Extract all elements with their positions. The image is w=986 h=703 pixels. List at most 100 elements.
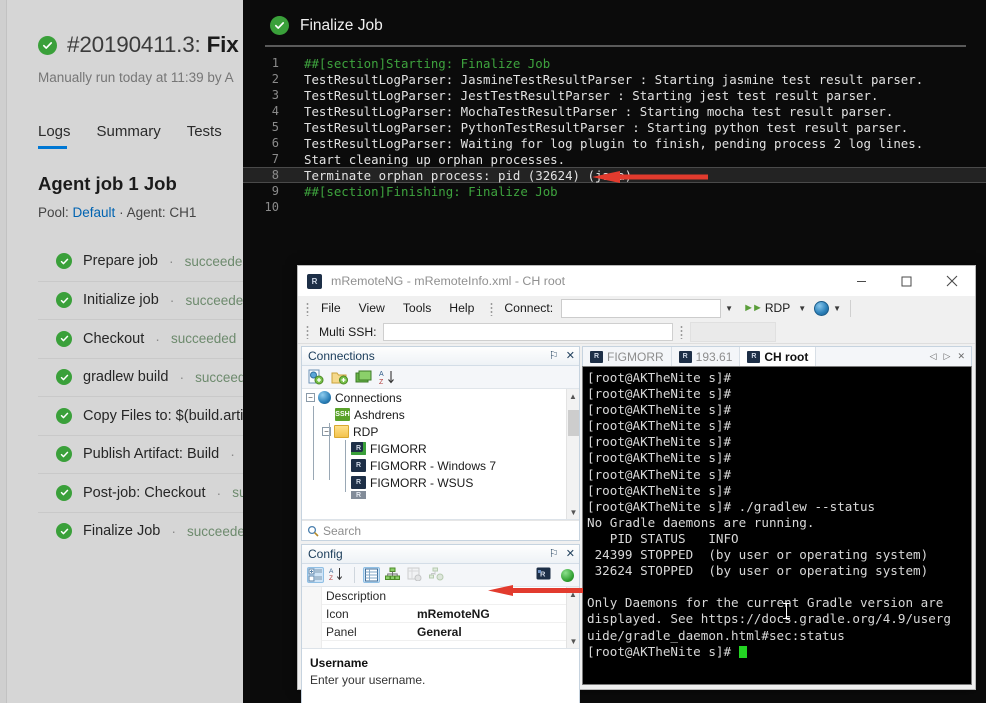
annotation-arrow-log xyxy=(592,171,708,183)
tree-node-partial[interactable]: R xyxy=(302,491,579,499)
globe-icon[interactable] xyxy=(814,300,830,316)
pin-icon[interactable]: ⚐ xyxy=(549,350,559,362)
tree-node-figmorr-windows7[interactable]: R FIGMORR - Windows 7 xyxy=(302,457,579,474)
menu-tools[interactable]: Tools xyxy=(394,298,440,318)
job-step-gradlew-build[interactable]: gradlew build · succeeded xyxy=(38,357,243,397)
connection-icon[interactable]: R xyxy=(536,567,553,583)
tree-node-connections[interactable]: − Connections xyxy=(302,389,579,406)
sort-az-icon[interactable]: AZ xyxy=(379,369,396,386)
config-row-panel[interactable]: Panel General xyxy=(302,623,579,641)
config-value[interactable]: mRemoteNG xyxy=(417,607,490,621)
protocol-rdp-button[interactable]: ►► RDP ▼ xyxy=(743,301,806,315)
scroll-down-icon[interactable]: ▼ xyxy=(567,505,579,519)
step-status: succeeded xyxy=(184,253,243,269)
log-line-text: Terminate orphan process: pid (32624) (j… xyxy=(304,167,633,183)
log-line-text: Start cleaning up orphan processes. xyxy=(304,151,566,167)
connect-input[interactable] xyxy=(561,298,722,318)
log-line[interactable]: 1 ##[section]Starting: Finalize Job xyxy=(243,55,986,71)
tab-prev-icon[interactable]: ◁ xyxy=(930,351,937,362)
config-row-icon[interactable]: Icon mRemoteNG xyxy=(302,605,579,623)
log-line[interactable]: 3 TestResultLogParser: JestTestResultPars… xyxy=(243,87,986,103)
search-input[interactable]: Search xyxy=(323,524,361,538)
inheritance-icon[interactable] xyxy=(385,567,402,583)
rdp-icon: R xyxy=(351,491,366,499)
log-line-number: 8 xyxy=(271,168,279,182)
terminal-screen[interactable]: [root@AKTheNite s]# [root@AKTheNite s]# … xyxy=(582,366,972,685)
tab-next-icon[interactable]: ▷ xyxy=(944,351,951,362)
sort-alphabetical-icon[interactable]: AZ xyxy=(329,567,346,583)
terminal-tab-figmorr[interactable]: R FIGMORR xyxy=(583,347,672,366)
log-line[interactable]: 2 TestResultLogParser: JasmineTestResultP… xyxy=(243,71,986,87)
window-titlebar[interactable]: R mRemoteNG - mRemoteInfo.xml - CH root xyxy=(298,266,975,296)
log-line-text: TestResultLogParser: PythonTestResultPar… xyxy=(304,119,909,135)
log-line[interactable]: 7 Start cleaning up orphan processes. xyxy=(243,151,986,167)
extra-toolbar-grip[interactable] xyxy=(678,324,686,339)
new-folder-icon[interactable] xyxy=(331,369,348,385)
expander-icon[interactable]: − xyxy=(306,393,315,402)
properties-grid-icon[interactable] xyxy=(363,567,380,583)
rdp-icon: R xyxy=(747,350,761,363)
log-line[interactable]: 6 TestResultLogParser: Waiting for log pl… xyxy=(243,135,986,151)
tab-close-icon[interactable]: ✕ xyxy=(957,351,965,362)
tab-logs[interactable]: Logs xyxy=(38,123,71,149)
log-line-text: TestResultLogParser: JasmineTestResultPa… xyxy=(304,71,924,87)
log-line[interactable]: 4 TestResultLogParser: MochaTestResultPar… xyxy=(243,103,986,119)
close-button[interactable] xyxy=(929,266,975,296)
job-step-copy-files[interactable]: Copy Files to: $(build.artifacts) · succ… xyxy=(38,396,243,435)
terminal-tab-193-61[interactable]: R 193.61 xyxy=(672,347,741,366)
pool-link[interactable]: Default xyxy=(73,205,116,220)
minimize-button[interactable] xyxy=(839,266,884,296)
tree-node-rdp-folder[interactable]: − RDP xyxy=(302,423,579,440)
scroll-down-icon[interactable]: ▼ xyxy=(567,634,579,648)
default-properties-icon[interactable] xyxy=(407,567,424,583)
categorized-view-icon[interactable] xyxy=(307,567,324,583)
job-step-prepare-job[interactable]: Prepare job · succeeded xyxy=(38,242,243,281)
default-inheritance-icon[interactable] xyxy=(429,567,446,583)
job-step-finalize-job[interactable]: Finalize Job · succeeded xyxy=(38,511,243,551)
tree-node-figmorr-wsus[interactable]: R FIGMORR - WSUS xyxy=(302,474,579,491)
job-step-checkout[interactable]: Checkout · succeeded xyxy=(38,319,243,358)
menu-view[interactable]: View xyxy=(350,298,394,318)
view-panels-icon[interactable] xyxy=(355,369,372,385)
close-icon[interactable]: ✕ xyxy=(566,548,575,560)
close-icon[interactable]: ✕ xyxy=(566,350,575,362)
tree-node-ashdrens[interactable]: SSH Ashdrens xyxy=(302,406,579,423)
maximize-button[interactable] xyxy=(884,266,929,296)
tab-tests[interactable]: Tests xyxy=(187,123,222,149)
job-step-post-job-checkout[interactable]: Post-job: Checkout · succeeded xyxy=(38,473,243,512)
tree-scrollbar[interactable]: ▲ ▼ xyxy=(566,389,579,519)
log-line-number: 5 xyxy=(271,120,279,134)
menu-help[interactable]: Help xyxy=(440,298,483,318)
connections-tree[interactable]: − Connections SSH Ashdrens − RDP R FIGMO… xyxy=(302,389,579,520)
svg-text:A: A xyxy=(379,371,384,378)
scroll-up-icon[interactable]: ▲ xyxy=(567,389,579,403)
job-step-publish-artifact[interactable]: Publish Artifact: Build · succeeded xyxy=(38,434,243,474)
terminal-tab-ch-root[interactable]: R CH root xyxy=(740,347,817,366)
log-line[interactable]: 9 ##[section]Finishing: Finalize Job xyxy=(243,183,986,199)
chevron-down-icon[interactable]: ▼ xyxy=(798,304,806,313)
tab-summary[interactable]: Summary xyxy=(97,123,161,149)
config-panel-header: Config ⚐ ✕ xyxy=(302,545,579,564)
step-success-icon xyxy=(56,330,72,347)
multi-ssh-input[interactable] xyxy=(382,322,673,341)
step-status: succeeded xyxy=(187,523,243,539)
grid-gutter xyxy=(302,587,322,648)
chevron-down-icon[interactable]: ▼ xyxy=(833,304,841,313)
connections-search-row[interactable]: Search xyxy=(302,520,579,540)
new-connection-icon[interactable] xyxy=(307,369,324,385)
tree-node-figmorr[interactable]: R FIGMORR xyxy=(302,440,579,457)
scrollbar-thumb[interactable] xyxy=(568,410,579,436)
log-line-number: 4 xyxy=(271,104,279,118)
connect-toolbar-grip[interactable] xyxy=(489,300,497,316)
terminal-prompt-line: [root@AKTheNite s]# xyxy=(587,644,967,660)
menu-file[interactable]: File xyxy=(312,298,350,318)
log-line[interactable]: 5 TestResultLogParser: PythonTestResultPa… xyxy=(243,119,986,135)
pin-icon[interactable]: ⚐ xyxy=(549,548,559,560)
config-value[interactable]: General xyxy=(417,625,462,639)
multissh-toolbar-grip[interactable] xyxy=(305,324,312,339)
job-step-initialize-job[interactable]: Initialize job · succeeded xyxy=(38,280,243,320)
toolbar-grip[interactable] xyxy=(305,300,312,316)
chevron-down-icon[interactable]: ▼ xyxy=(725,304,733,313)
log-line[interactable]: 10 xyxy=(243,199,986,215)
